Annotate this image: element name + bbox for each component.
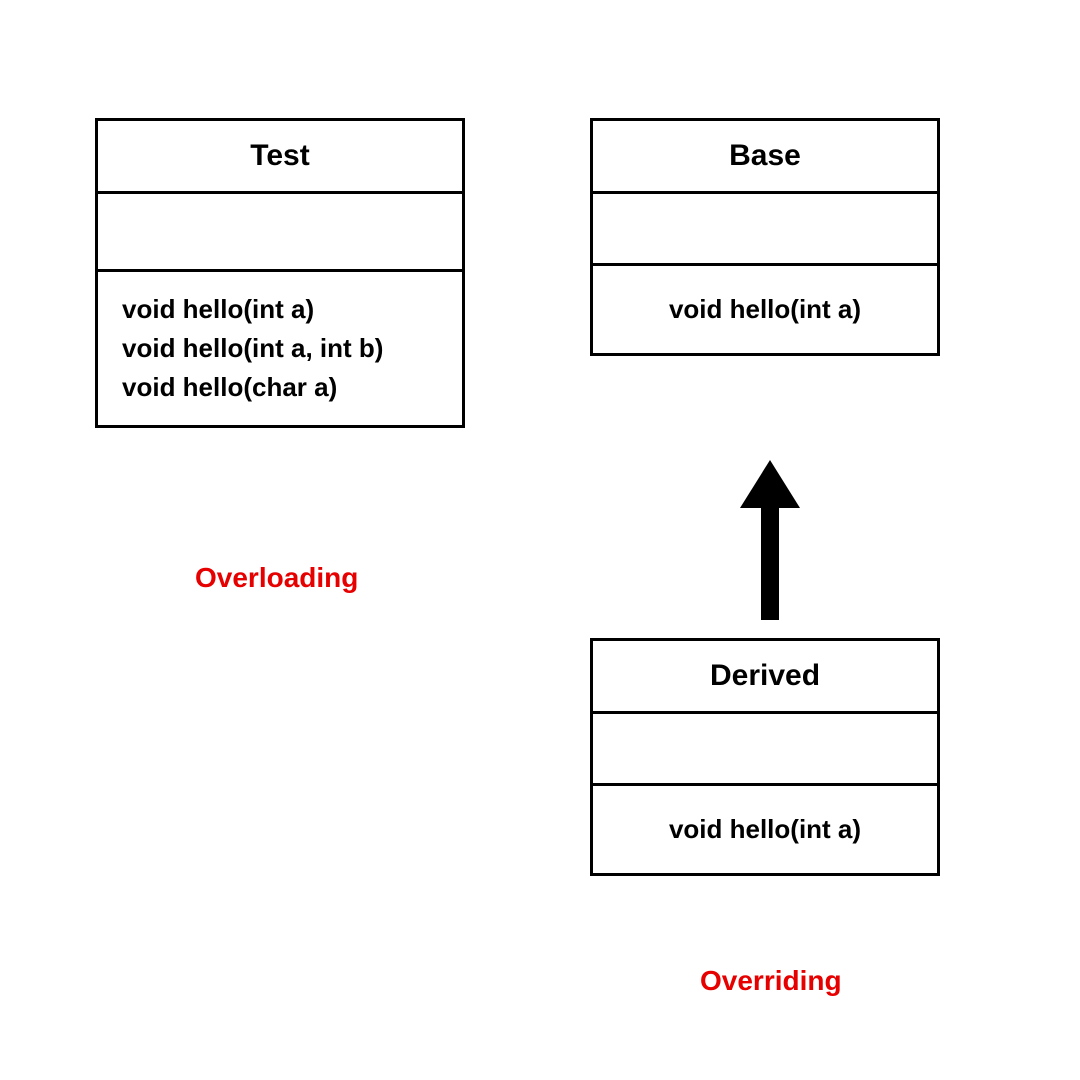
class-attributes-empty <box>593 714 937 786</box>
method-line: void hello(int a) <box>617 294 913 325</box>
method-line: void hello(int a) <box>122 290 438 329</box>
class-title: Test <box>98 121 462 194</box>
method-line: void hello(int a) <box>617 814 913 845</box>
method-line: void hello(char a) <box>122 368 438 407</box>
class-attributes-empty <box>593 194 937 266</box>
class-methods: void hello(int a) <box>593 266 937 353</box>
class-methods: void hello(int a) <box>593 786 937 873</box>
overloading-label: Overloading <box>195 562 358 594</box>
uml-class-base: Base void hello(int a) <box>590 118 940 356</box>
inheritance-arrow-icon <box>735 460 805 625</box>
uml-class-derived: Derived void hello(int a) <box>590 638 940 876</box>
class-methods: void hello(int a) void hello(int a, int … <box>98 272 462 425</box>
uml-class-test: Test void hello(int a) void hello(int a,… <box>95 118 465 428</box>
class-attributes-empty <box>98 194 462 272</box>
class-title: Derived <box>593 641 937 714</box>
class-title: Base <box>593 121 937 194</box>
overriding-label: Overriding <box>700 965 842 997</box>
method-line: void hello(int a, int b) <box>122 329 438 368</box>
